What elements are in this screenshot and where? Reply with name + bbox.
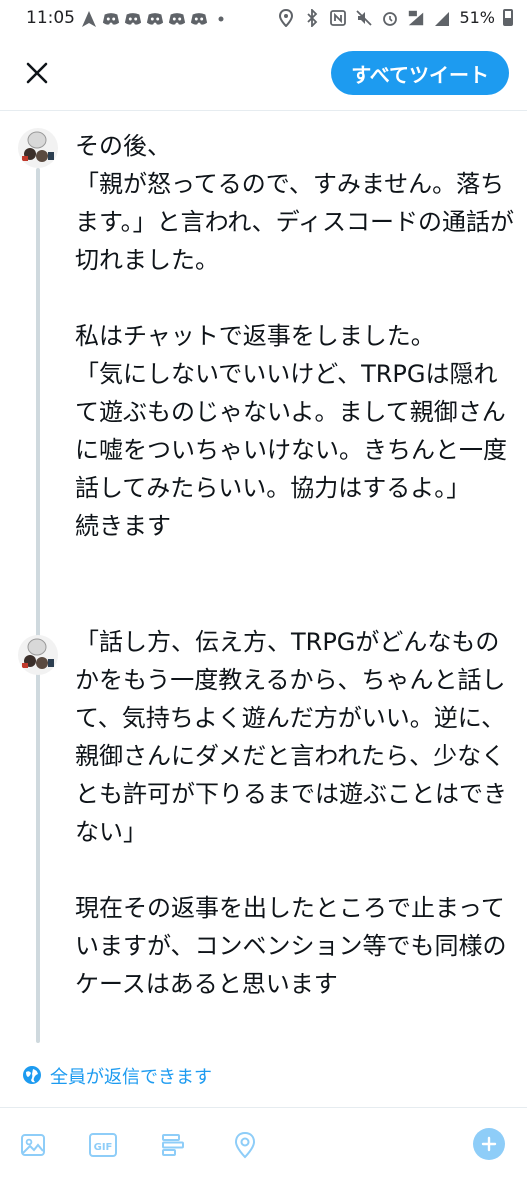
avatar (18, 128, 58, 168)
bluetooth-icon (303, 8, 321, 27)
poll-button[interactable] (158, 1130, 188, 1160)
close-icon (26, 62, 48, 84)
nfc-icon (329, 9, 347, 27)
compose-toolbar: GIF (0, 1108, 527, 1178)
thread-line (36, 168, 40, 1043)
tweet-text[interactable]: 「話し方、伝え方、TRPGがどんなものかをもう一度教えるから、ちゃんと話して、気… (75, 623, 515, 1003)
signal-icon (433, 9, 451, 27)
discord-icon (102, 10, 120, 28)
discord-icon (190, 10, 208, 28)
gif-label: GIF (94, 1142, 113, 1153)
discord-icon (124, 10, 142, 28)
alarm-icon (381, 9, 399, 27)
close-button[interactable] (22, 58, 52, 88)
battery-percent: 51% (459, 8, 495, 27)
gif-button[interactable]: GIF (88, 1130, 118, 1160)
avatar (18, 635, 58, 675)
status-time: 11:05 (26, 8, 75, 28)
image-icon (21, 1134, 45, 1156)
add-tweet-icon (481, 1136, 497, 1152)
image-button[interactable] (18, 1130, 48, 1160)
more-dot-icon (212, 10, 230, 28)
tweet-text[interactable]: その後、 「親が怒ってるので、すみません。落ちます。」と言われ、ディスコードの通… (75, 127, 515, 545)
discord-icon (168, 10, 186, 28)
globe-icon (23, 1066, 41, 1084)
lte-signal-icon (407, 9, 425, 27)
battery-icon (503, 9, 513, 26)
notification-icons (80, 10, 230, 28)
discord-icon (146, 10, 164, 28)
reply-permission-label: 全員が返信できます (50, 1067, 212, 1088)
location-pin-icon (277, 8, 295, 27)
reply-permission[interactable]: 全員が返信できます (0, 1043, 527, 1108)
tweet-all-button[interactable]: すべてツイート (331, 51, 509, 95)
compose-header: すべてツイート (0, 40, 527, 111)
location-button[interactable] (230, 1130, 260, 1160)
poll-icon (162, 1134, 184, 1156)
gif-icon: GIF (89, 1133, 117, 1157)
mute-icon (355, 9, 373, 27)
system-icons: 51% (277, 8, 513, 27)
location-icon (234, 1131, 256, 1159)
status-bar: 11:05 51% (0, 0, 527, 40)
navigation-arrow-icon (80, 10, 98, 28)
add-tweet-button[interactable] (473, 1128, 505, 1160)
